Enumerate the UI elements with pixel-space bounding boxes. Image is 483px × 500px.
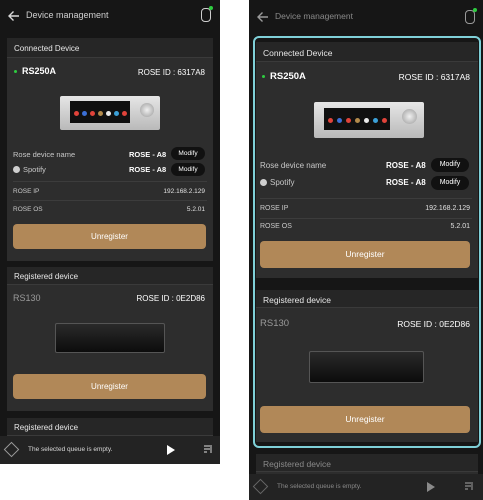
unregister-button[interactable]: Unregister <box>13 224 206 249</box>
unregister-button[interactable]: Unregister <box>13 374 206 399</box>
connected-device-card: Connected Device RS250A ROSE ID : 6317A8… <box>256 42 478 278</box>
registered-device-card-next: Registered device <box>256 454 478 474</box>
registered-device-card: Registered device RS130 ROSE ID : 0E2D86… <box>7 267 213 411</box>
section-header: Registered device <box>7 418 213 436</box>
remote-icon[interactable] <box>201 6 213 22</box>
playlist-icon[interactable] <box>203 443 213 461</box>
modify-spotify-button[interactable]: Modify <box>171 163 205 176</box>
rose-id: ROSE ID : 6317A8 <box>398 72 470 82</box>
section-header: Registered device <box>7 267 213 285</box>
section-title: Connected Device <box>14 44 80 53</box>
device-image-rs130 <box>309 351 424 383</box>
page-title: Device management <box>275 11 353 21</box>
device-name-label: Rose device name <box>13 150 76 159</box>
ip-value: 192.168.2.129 <box>425 205 470 212</box>
spotify-label: Spotify <box>23 165 46 174</box>
spotify-icon <box>13 166 20 173</box>
playlist-icon[interactable] <box>464 480 474 498</box>
ip-value: 192.168.2.129 <box>163 188 205 195</box>
spotify-value: ROSE - A8 <box>386 178 426 187</box>
device-name-value: ROSE - A8 <box>386 161 426 170</box>
unregister-button[interactable]: Unregister <box>260 406 470 433</box>
unregister-button[interactable]: Unregister <box>260 241 470 268</box>
device-name-value: ROSE - A8 <box>129 150 167 159</box>
section-title: Connected Device <box>263 48 333 58</box>
rose-id: ROSE ID : 0E2D86 <box>136 294 205 303</box>
queue-status: The selected queue is empty. <box>28 446 113 453</box>
section-title: Registered device <box>14 423 79 432</box>
device-model: RS130 <box>260 318 290 329</box>
registered-device-card: Registered device RS130 ROSE ID : 0E2D86… <box>256 290 478 442</box>
device-model: RS130 <box>13 293 41 303</box>
spotify-value: ROSE - A8 <box>129 165 167 174</box>
back-arrow-icon[interactable] <box>8 9 20 21</box>
device-image-rs250a <box>314 102 424 138</box>
queue-cover-icon <box>252 478 269 495</box>
device-image-rs130 <box>55 323 165 353</box>
remote-icon[interactable] <box>465 8 477 24</box>
top-bar: Device management <box>0 0 220 30</box>
back-arrow-icon[interactable] <box>257 10 269 22</box>
device-name-label: Rose device name <box>260 161 327 170</box>
section-header: Registered device <box>256 454 478 472</box>
modify-device-name-button[interactable]: Modify <box>431 158 469 172</box>
ip-label: ROSE IP <box>13 188 40 195</box>
device-model: RS250A <box>22 66 57 76</box>
status-dot <box>14 69 17 73</box>
section-header: Registered device <box>256 290 478 308</box>
play-icon[interactable] <box>167 445 175 455</box>
section-header: Connected Device <box>256 42 478 62</box>
page-title: Device management <box>26 10 109 20</box>
play-icon[interactable] <box>427 482 435 492</box>
mini-player[interactable]: The selected queue is empty. <box>0 436 220 464</box>
os-label: ROSE OS <box>260 223 292 230</box>
device-image-rs250a <box>60 96 160 130</box>
mini-player[interactable]: The selected queue is empty. <box>249 474 483 500</box>
device-model: RS250A <box>270 71 306 82</box>
os-value: 5.2.01 <box>186 206 205 213</box>
phone-screen-right: Device management Connected Device RS250… <box>249 0 483 500</box>
os-value: 5.2.01 <box>450 223 470 230</box>
connected-device-card: Connected Device RS250A ROSE ID : 6317A8… <box>7 38 213 261</box>
section-title: Registered device <box>263 459 332 469</box>
rose-id: ROSE ID : 6317A8 <box>137 68 205 77</box>
section-title: Registered device <box>263 295 332 305</box>
spotify-label: Spotify <box>270 178 295 187</box>
ip-label: ROSE IP <box>260 205 289 212</box>
phone-screen-left: Device management Connected Device RS250… <box>0 0 220 464</box>
os-label: ROSE OS <box>13 206 43 213</box>
top-bar: Device management <box>249 0 483 32</box>
modify-device-name-button[interactable]: Modify <box>171 147 205 160</box>
section-header: Connected Device <box>7 38 213 58</box>
status-dot <box>262 75 265 78</box>
rose-id: ROSE ID : 0E2D86 <box>397 319 470 329</box>
spotify-icon <box>260 179 267 186</box>
queue-status: The selected queue is empty. <box>277 483 362 490</box>
queue-cover-icon <box>3 441 20 458</box>
modify-spotify-button[interactable]: Modify <box>431 176 469 190</box>
section-title: Registered device <box>14 272 79 281</box>
